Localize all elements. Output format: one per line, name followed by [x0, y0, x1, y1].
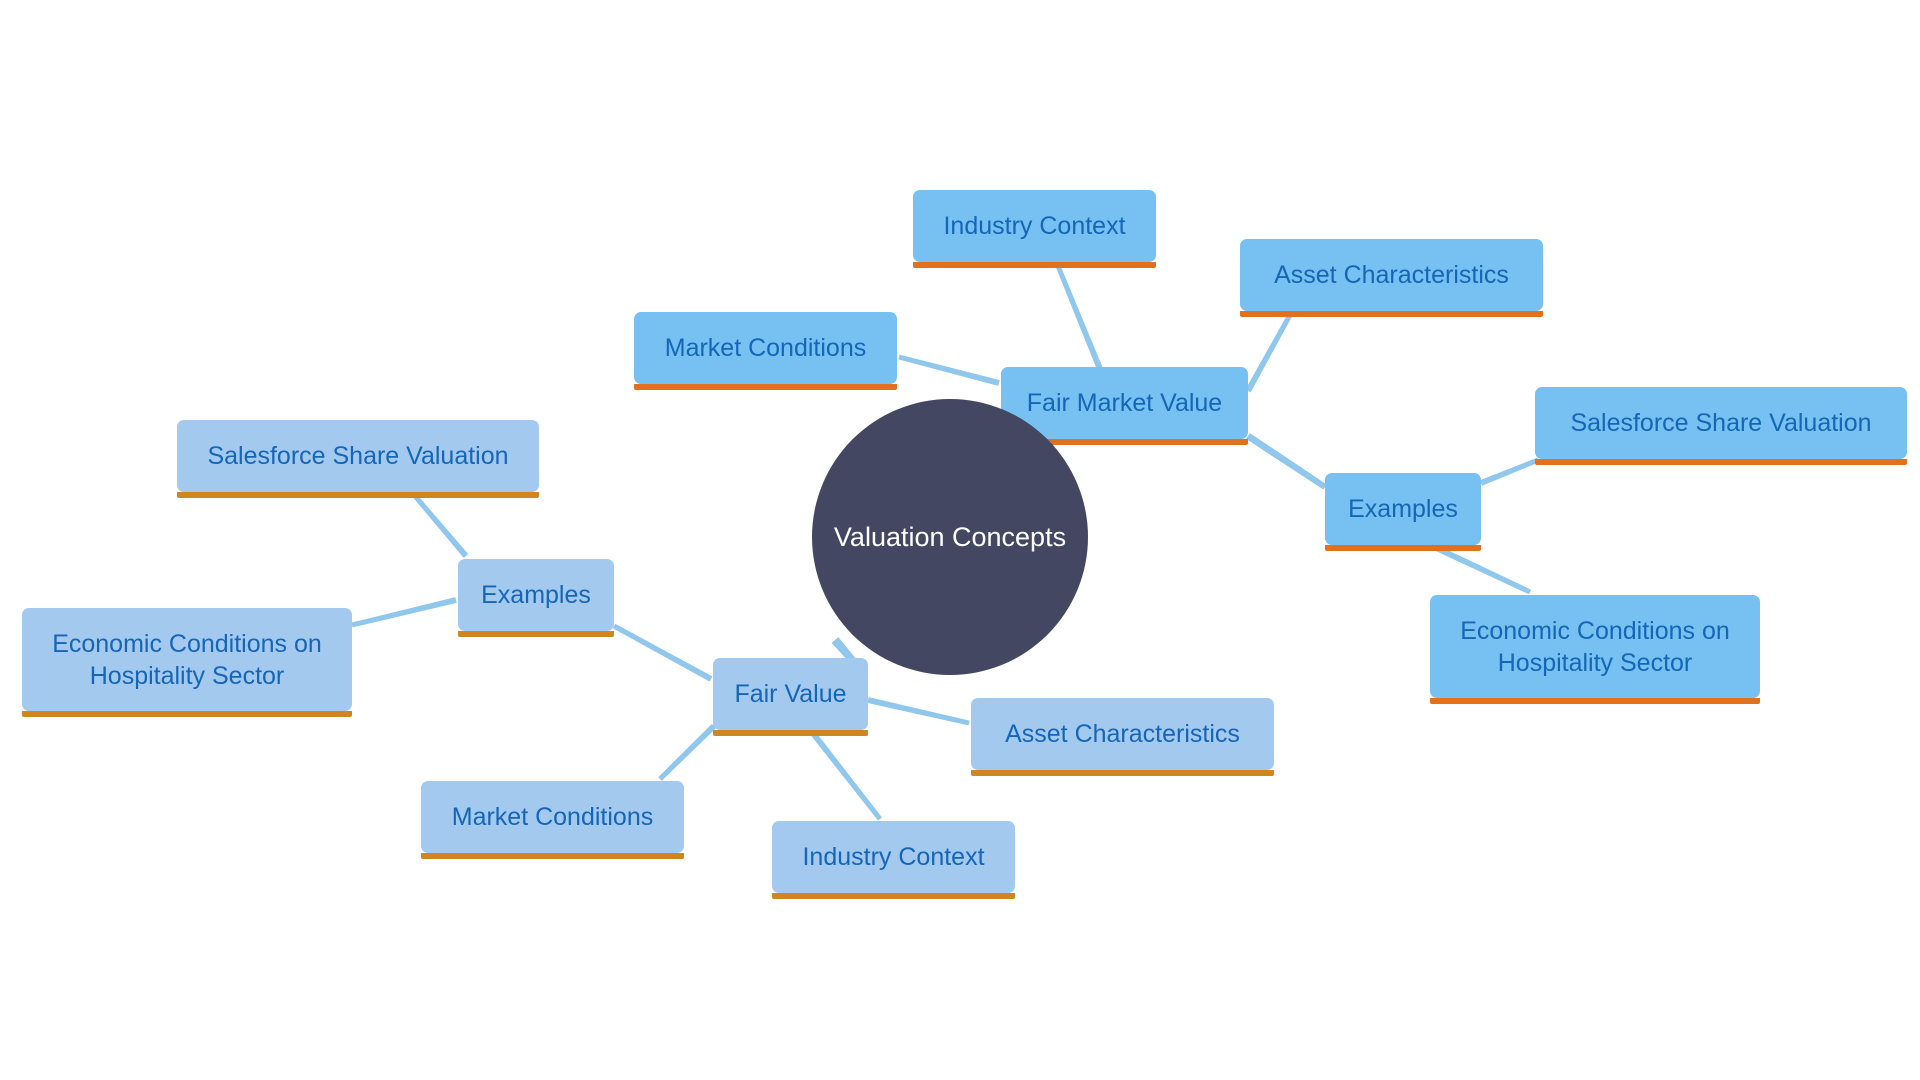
node-label-examples-right: Examples: [1348, 495, 1458, 523]
node-label-economic-conditions-left: Economic Conditions on Hospitality Secto…: [52, 629, 322, 690]
node-accent-salesforce-share-valuation-left: [177, 492, 539, 498]
node-industry-context-top[interactable]: Industry Context: [913, 190, 1156, 268]
edge-examples-left-to-economic-conditions-left: [351, 597, 457, 628]
node-label-asset-characteristics-bottom: Asset Characteristics: [1005, 720, 1240, 748]
node-industry-context-bottom[interactable]: Industry Context: [772, 821, 1015, 899]
edge-fair-value-to-industry-context-bottom: [809, 730, 882, 821]
node-fair-market-value[interactable]: Fair Market Value: [1001, 367, 1248, 445]
node-market-conditions-bottom[interactable]: Market Conditions: [421, 781, 684, 859]
node-label-salesforce-share-valuation-left: Salesforce Share Valuation: [207, 442, 509, 470]
node-label-fair-value: Fair Value: [734, 680, 847, 708]
node-asset-characteristics-top[interactable]: Asset Characteristics: [1240, 239, 1543, 317]
node-accent-industry-context-bottom: [772, 893, 1015, 899]
node-accent-economic-conditions-right: [1430, 698, 1760, 704]
node-accent-market-conditions-bottom: [421, 853, 684, 859]
node-accent-fair-value: [713, 730, 868, 736]
node-accent-asset-characteristics-bottom: [971, 770, 1274, 776]
node-economic-conditions-left[interactable]: Economic Conditions on Hospitality Secto…: [22, 608, 352, 717]
center-node-label: Valuation Concepts: [833, 521, 1067, 552]
edge-fair-market-value-to-examples-right: [1246, 433, 1327, 490]
node-label-fair-market-value: Fair Market Value: [1026, 389, 1223, 417]
edge-examples-right-to-salesforce-share-valuation-right: [1479, 457, 1539, 486]
node-label-industry-context-top: Industry Context: [943, 212, 1126, 240]
edge-fair-value-to-examples-left: [612, 623, 713, 682]
node-label-market-conditions-top: Market Conditions: [664, 334, 867, 362]
node-accent-asset-characteristics-top: [1240, 311, 1543, 317]
node-accent-salesforce-share-valuation-right: [1535, 459, 1907, 465]
node-fair-value[interactable]: Fair Value: [713, 658, 868, 736]
edge-fair-market-value-to-industry-context-top: [1055, 265, 1103, 371]
node-accent-industry-context-top: [913, 262, 1156, 268]
node-examples-right[interactable]: Examples: [1325, 473, 1481, 551]
node-economic-conditions-right[interactable]: Economic Conditions on Hospitality Secto…: [1430, 595, 1760, 704]
edge-fair-market-value-to-market-conditions-top: [898, 354, 1000, 386]
center-node[interactable]: Valuation Concepts: [812, 399, 1088, 675]
edge-fair-value-to-asset-characteristics-bottom: [867, 697, 970, 726]
node-examples-left[interactable]: Examples: [458, 559, 614, 637]
node-accent-examples-left: [458, 631, 614, 637]
node-accent-examples-right: [1325, 545, 1481, 551]
node-accent-market-conditions-top: [634, 384, 897, 390]
node-label-examples-left: Examples: [481, 581, 591, 609]
node-label-salesforce-share-valuation-right: Salesforce Share Valuation: [1570, 409, 1872, 437]
node-label-economic-conditions-right: Economic Conditions on Hospitality Secto…: [1460, 616, 1730, 677]
node-salesforce-share-valuation-left[interactable]: Salesforce Share Valuation: [177, 420, 539, 498]
node-label-market-conditions-bottom: Market Conditions: [451, 803, 654, 831]
node-asset-characteristics-bottom[interactable]: Asset Characteristics: [971, 698, 1274, 776]
edge-fair-market-value-to-asset-characteristics-top: [1245, 313, 1293, 393]
node-label-asset-characteristics-top: Asset Characteristics: [1274, 261, 1509, 289]
node-label-industry-context-bottom: Industry Context: [802, 843, 985, 871]
edge-examples-left-to-salesforce-share-valuation-left: [413, 494, 469, 558]
mindmap-canvas: Industry Context Asset Characteristics Mar…: [0, 0, 1920, 1080]
node-salesforce-share-valuation-right[interactable]: Salesforce Share Valuation: [1535, 387, 1907, 465]
edge-fair-value-to-market-conditions-bottom: [658, 723, 717, 781]
node-accent-economic-conditions-left: [22, 711, 352, 717]
node-market-conditions-top[interactable]: Market Conditions: [634, 312, 897, 390]
